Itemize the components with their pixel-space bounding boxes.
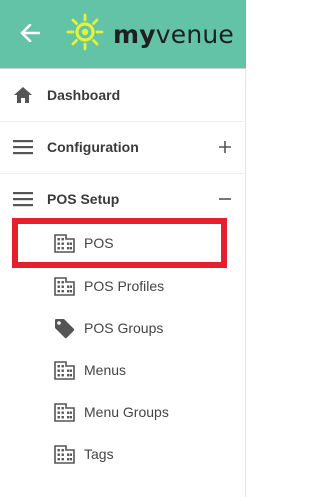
building-icon (53, 232, 75, 254)
nav-item-label: Dashboard (47, 87, 121, 103)
sub-item-label: POS (84, 235, 114, 251)
expand-plus-icon[interactable] (218, 140, 232, 154)
app-logo: myvenue (66, 13, 234, 56)
building-icon (53, 443, 75, 465)
sub-item-menu-groups[interactable]: Menu Groups (0, 394, 246, 430)
sub-item-tags[interactable]: Tags (0, 436, 246, 472)
nav-item-pos-setup[interactable]: POS Setup (0, 179, 246, 219)
sub-item-label: Tags (84, 446, 114, 462)
logo-wordmark: myvenue (113, 22, 234, 47)
sub-item-label: Menus (84, 362, 127, 378)
home-icon (12, 84, 34, 106)
sub-item-menus[interactable]: Menus (0, 352, 246, 388)
sub-item-pos-groups[interactable]: POS Groups (0, 310, 246, 346)
divider (0, 121, 246, 122)
back-button[interactable] (12, 20, 48, 50)
sun-logo-icon (66, 13, 104, 56)
hamburger-menu-icon (12, 136, 34, 158)
building-icon (53, 359, 75, 381)
sub-item-label: POS Profiles (84, 278, 165, 294)
sub-item-label: POS Groups (84, 320, 164, 336)
nav-item-configuration[interactable]: Configuration (0, 127, 246, 167)
divider (0, 173, 246, 174)
building-icon (53, 275, 75, 297)
arrow-left-icon (20, 23, 41, 47)
hamburger-menu-icon (12, 188, 34, 210)
nav-item-label: POS Setup (47, 191, 120, 207)
nav-item-label: Configuration (47, 139, 139, 155)
sub-item-label: Menu Groups (84, 404, 169, 420)
sub-item-pos[interactable]: POS (0, 225, 246, 261)
sub-item-pos-profiles[interactable]: POS Profiles (0, 268, 246, 304)
logo-text-my: my (113, 20, 156, 49)
logo-text-venue: venue (155, 20, 234, 49)
app-header: myvenue (0, 0, 246, 69)
collapse-minus-icon[interactable] (218, 192, 232, 206)
app-frame: myvenue Dashboard Configuration POS Setu… (0, 0, 246, 497)
building-icon (53, 401, 75, 423)
nav-item-dashboard[interactable]: Dashboard (0, 75, 246, 115)
tag-icon (53, 317, 75, 339)
